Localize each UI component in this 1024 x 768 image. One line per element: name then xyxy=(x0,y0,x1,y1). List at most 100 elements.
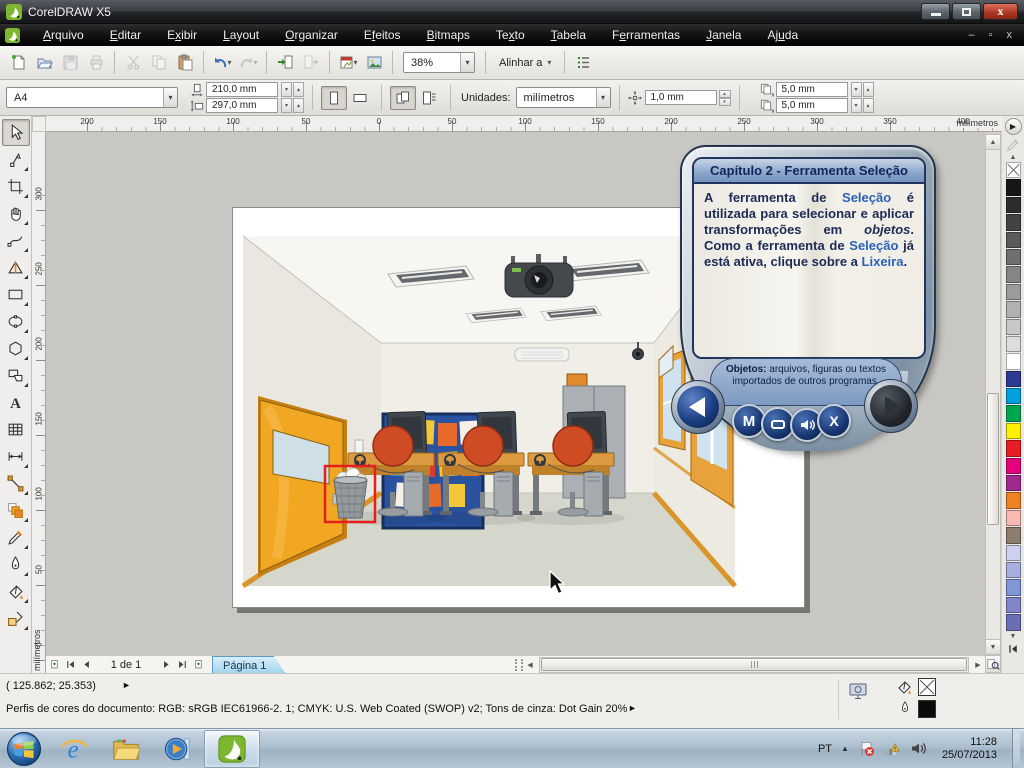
color-swatch[interactable] xyxy=(1006,545,1021,561)
outline-status-icon[interactable] xyxy=(898,701,912,715)
color-swatch[interactable] xyxy=(1006,249,1021,265)
eyedropper-tool[interactable] xyxy=(2,524,30,551)
welcome-button[interactable] xyxy=(362,51,386,75)
color-swatch[interactable] xyxy=(1006,371,1021,387)
taskbar-coreldraw[interactable] xyxy=(204,730,260,768)
color-swatch[interactable] xyxy=(1006,492,1021,508)
paper-width-down[interactable]: ▾ xyxy=(281,82,292,97)
taskbar-media-player[interactable] xyxy=(152,730,204,768)
menu-organizar[interactable]: Organizar xyxy=(272,25,351,45)
coordinates-expander[interactable]: ► xyxy=(122,680,131,690)
color-swatch[interactable] xyxy=(1006,527,1021,543)
all-pages-button[interactable] xyxy=(390,86,416,110)
menu-texto[interactable]: Texto xyxy=(483,25,538,45)
close-button[interactable]: x xyxy=(983,3,1018,20)
hidden-icons-chevron[interactable]: ▲ xyxy=(841,744,849,753)
vertical-scrollbar[interactable]: ▲ ▼ xyxy=(985,134,1001,655)
navigator-resize-grip[interactable] xyxy=(515,659,523,671)
dup-x-down[interactable]: ▾ xyxy=(851,82,862,97)
action-center-icon[interactable] xyxy=(858,740,875,757)
paper-preset-combo[interactable]: A4▾ xyxy=(6,87,178,108)
dup-y-down[interactable]: ▾ xyxy=(851,98,862,113)
shape-tool[interactable] xyxy=(2,146,30,173)
fill-color-swatch[interactable] xyxy=(918,678,936,696)
fill-status-icon[interactable] xyxy=(896,679,912,695)
fill-tool[interactable] xyxy=(2,578,30,605)
color-swatch[interactable] xyxy=(1006,458,1021,474)
taskbar-file-explorer[interactable] xyxy=(100,730,152,768)
palette-scroll-up[interactable]: ▲ xyxy=(1010,154,1017,161)
doc-minimize-button[interactable]: – xyxy=(968,29,974,41)
table-tool[interactable] xyxy=(2,416,30,443)
page-tab[interactable]: Página 1 xyxy=(212,656,285,674)
tutorial-link[interactable]: Seleção xyxy=(849,238,898,253)
color-swatch[interactable] xyxy=(1006,197,1021,213)
dimension-tool[interactable] xyxy=(2,443,30,470)
outline-pen-tool[interactable] xyxy=(2,551,30,578)
color-swatch[interactable] xyxy=(1006,388,1021,404)
add-page-button[interactable] xyxy=(46,657,62,673)
color-swatch[interactable] xyxy=(1006,336,1021,352)
color-swatch[interactable] xyxy=(1006,319,1021,335)
restore-button[interactable] xyxy=(952,3,981,20)
profiles-expander[interactable]: ► xyxy=(628,703,637,713)
nudge-up[interactable]: ▴ xyxy=(719,90,731,98)
drop-shadow-tool[interactable] xyxy=(2,497,30,524)
color-swatch[interactable] xyxy=(1006,510,1021,526)
menu-tabela[interactable]: Tabela xyxy=(538,25,599,45)
menu-exibir[interactable]: Exibir xyxy=(154,25,210,45)
volume-icon[interactable] xyxy=(910,740,927,757)
open-button[interactable] xyxy=(32,51,56,75)
menu-bitmaps[interactable]: Bitmaps xyxy=(414,25,483,45)
color-swatch[interactable] xyxy=(1006,232,1021,248)
add-page-button-2[interactable] xyxy=(190,657,206,673)
start-button[interactable] xyxy=(0,730,48,768)
launcher-button[interactable]: ▾ xyxy=(336,51,360,75)
paper-width-field[interactable]: 210,0 mm xyxy=(206,82,278,97)
paper-height-down[interactable]: ▾ xyxy=(281,98,292,113)
color-swatch[interactable] xyxy=(1006,562,1021,578)
palette-flyout-button[interactable]: ▶ xyxy=(1005,118,1022,135)
color-swatch[interactable] xyxy=(1006,301,1021,317)
ellipse-tool[interactable] xyxy=(2,308,30,335)
pan-tool[interactable] xyxy=(2,200,30,227)
tutorial-link[interactable]: Lixeira xyxy=(862,254,904,269)
paper-height-field[interactable]: 297,0 mm xyxy=(206,98,278,113)
menu-efeitos[interactable]: Efeitos xyxy=(351,25,414,45)
color-swatch[interactable] xyxy=(1006,405,1021,421)
color-swatch[interactable] xyxy=(1006,614,1021,630)
hscroll-right-button[interactable]: ▶ xyxy=(971,658,985,672)
redo-button[interactable]: ▾ xyxy=(236,51,260,75)
color-swatch[interactable] xyxy=(1006,597,1021,613)
connector-tool[interactable] xyxy=(2,470,30,497)
rectangle-tool[interactable] xyxy=(2,281,30,308)
pick-tool[interactable] xyxy=(2,119,30,146)
navigator-zoom-button[interactable] xyxy=(985,655,1001,673)
horizontal-scroll-thumb[interactable] xyxy=(541,658,967,671)
color-swatch[interactable] xyxy=(1006,579,1021,595)
language-indicator[interactable]: PT xyxy=(818,743,832,755)
copy-button[interactable] xyxy=(147,51,171,75)
nudge-field[interactable]: 1,0 mm xyxy=(645,90,717,105)
menu-layout[interactable]: Layout xyxy=(210,25,272,45)
color-swatch[interactable] xyxy=(1006,284,1021,300)
paper-height-up[interactable]: ▴ xyxy=(293,98,304,113)
vertical-scroll-thumb[interactable] xyxy=(987,393,999,525)
color-swatch[interactable] xyxy=(1006,179,1021,195)
menu-ajuda[interactable]: Ajuda xyxy=(754,25,811,45)
color-swatch[interactable] xyxy=(1006,423,1021,439)
color-swatch[interactable] xyxy=(1006,266,1021,282)
paper-width-up[interactable]: ▴ xyxy=(293,82,304,97)
menu-arquivo[interactable]: Arquivo xyxy=(30,25,97,45)
doc-restore-button[interactable]: ▫ xyxy=(989,29,993,41)
next-page-button[interactable] xyxy=(158,657,174,673)
save-button[interactable] xyxy=(58,51,82,75)
menu-editar[interactable]: Editar xyxy=(97,25,154,45)
tutorial-close-button[interactable]: X xyxy=(817,404,851,438)
basic-shapes-tool[interactable] xyxy=(2,362,30,389)
landscape-button[interactable] xyxy=(347,86,373,110)
current-page-button[interactable] xyxy=(416,86,442,110)
options-button[interactable] xyxy=(571,51,595,75)
polygon-tool[interactable] xyxy=(2,335,30,362)
palette-open-button[interactable] xyxy=(1007,643,1019,655)
